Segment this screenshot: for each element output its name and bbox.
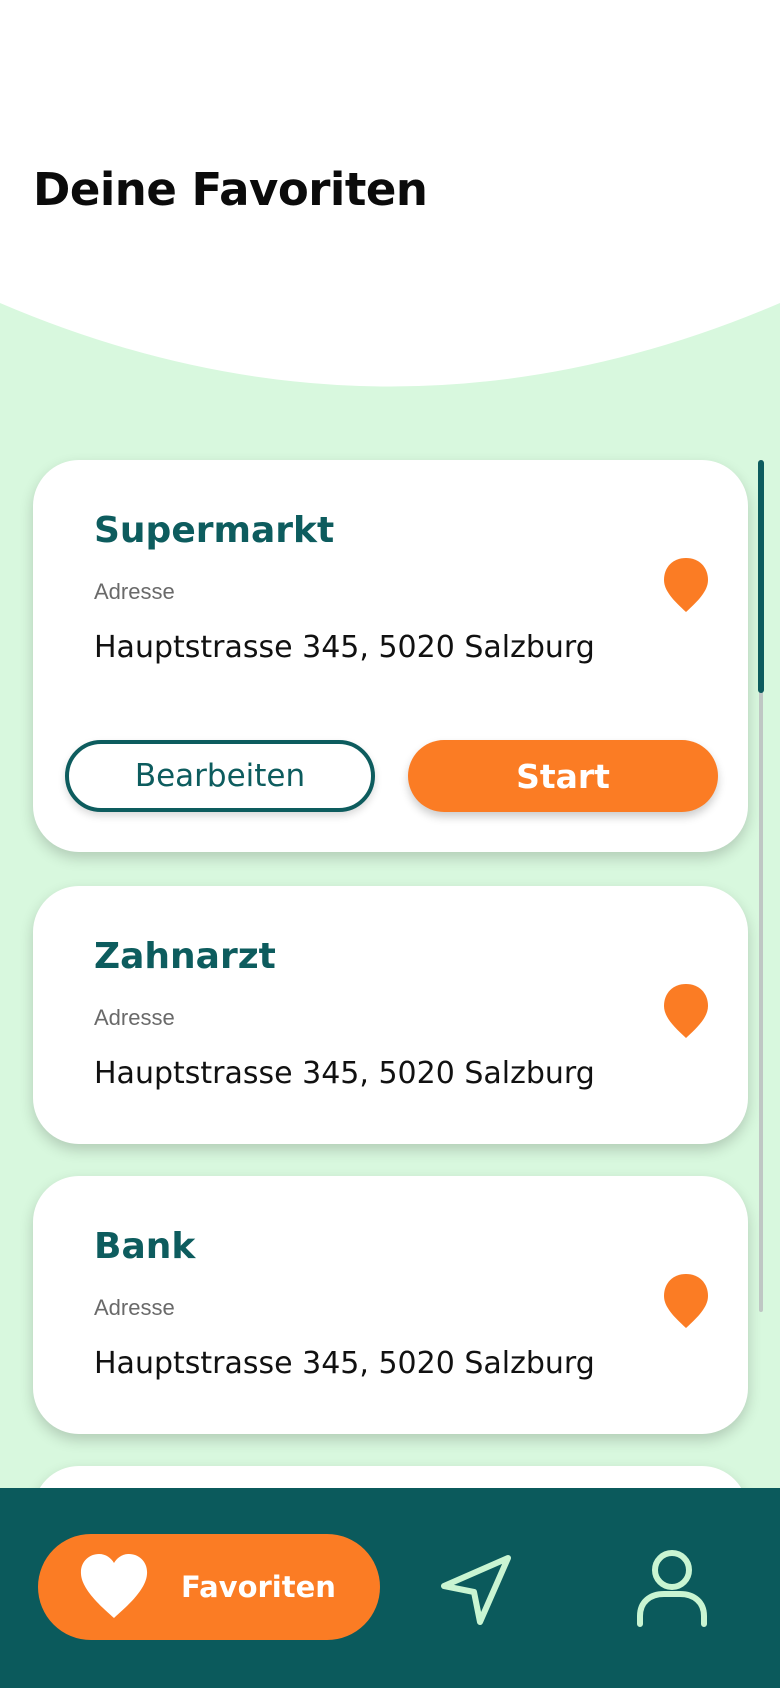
address-label: Adresse xyxy=(94,579,175,604)
user-icon[interactable] xyxy=(636,1548,708,1628)
favorite-card-zahnarzt[interactable]: Zahnarzt Adresse Hauptstrasse 345, 5020 … xyxy=(33,886,748,1144)
nav-favorites-tab[interactable]: Favoriten xyxy=(38,1534,380,1640)
location-pin-icon xyxy=(664,984,708,1038)
favorites-screen: Deine Favoriten Supermarkt Adresse Haupt… xyxy=(0,0,780,1688)
location-pin-icon xyxy=(664,558,708,612)
page-title: Deine Favoriten xyxy=(33,163,428,216)
address-value: Hauptstrasse 345, 5020 Salzburg xyxy=(94,1346,595,1381)
address-label: Adresse xyxy=(94,1005,175,1030)
address-value: Hauptstrasse 345, 5020 Salzburg xyxy=(94,630,595,665)
address-label: Adresse xyxy=(94,1295,175,1320)
start-button[interactable]: Start xyxy=(408,740,718,812)
navigation-arrow-icon[interactable] xyxy=(438,1552,514,1628)
edit-button[interactable]: Bearbeiten xyxy=(65,740,375,812)
favorite-name: Zahnarzt xyxy=(94,936,276,977)
scrollbar-thumb[interactable] xyxy=(758,460,764,693)
address-value: Hauptstrasse 345, 5020 Salzburg xyxy=(94,1056,595,1091)
favorite-name: Supermarkt xyxy=(94,510,335,551)
heart-icon xyxy=(80,1554,148,1618)
favorite-card-supermarkt[interactable]: Supermarkt Adresse Hauptstrasse 345, 502… xyxy=(33,460,748,852)
nav-favorites-label: Favoriten xyxy=(181,1570,336,1604)
bottom-navigation: Favoriten xyxy=(0,1488,780,1688)
favorite-name: Bank xyxy=(94,1226,196,1267)
favorite-card-bank[interactable]: Bank Adresse Hauptstrasse 345, 5020 Salz… xyxy=(33,1176,748,1434)
location-pin-icon xyxy=(664,1274,708,1328)
